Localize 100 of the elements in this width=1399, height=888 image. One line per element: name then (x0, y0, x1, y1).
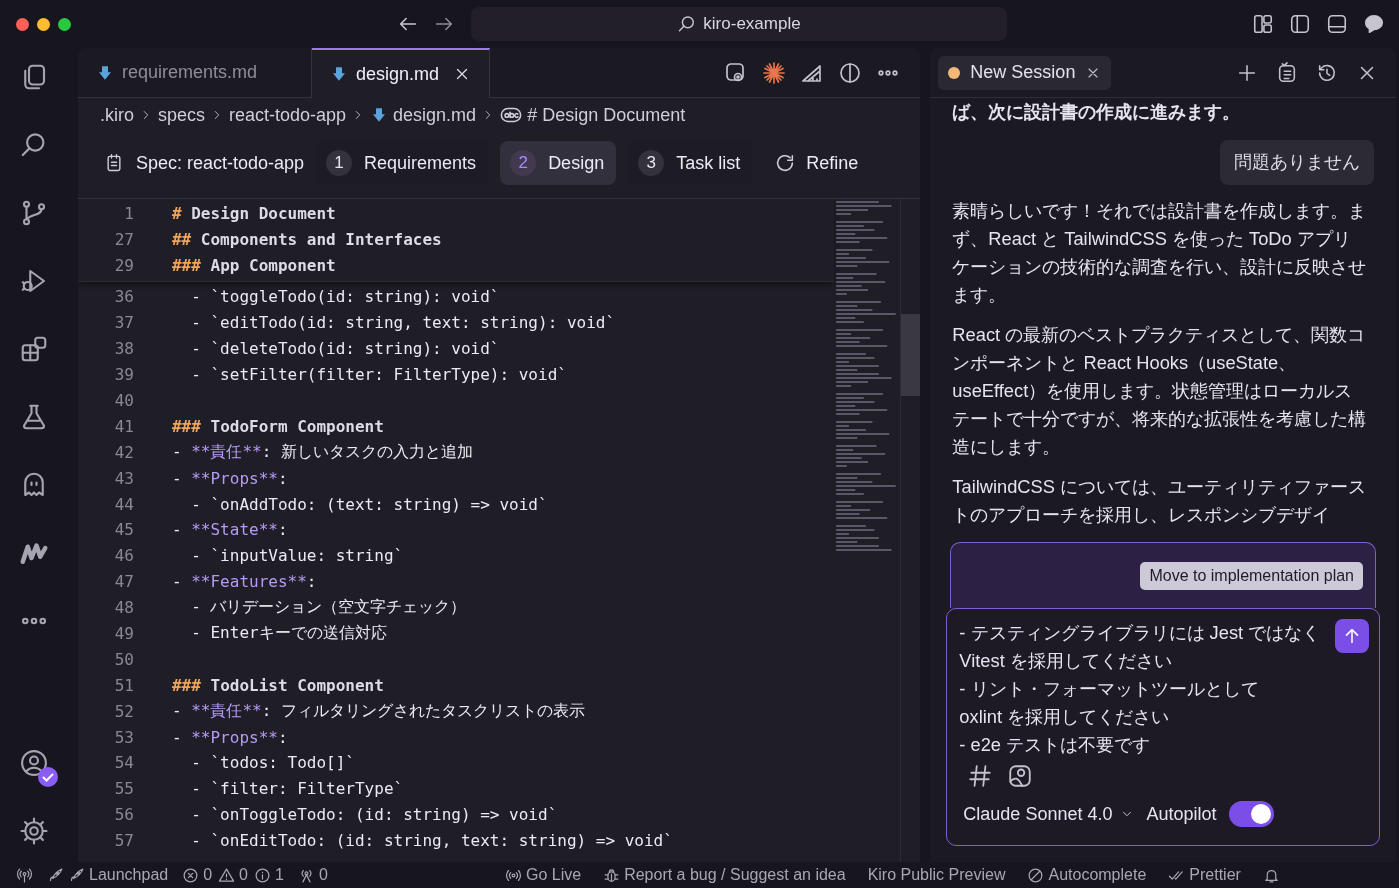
assistant-message: ば、次に設計書の作成に進みます。 (952, 100, 1242, 124)
code-line: - バリデーション（空文字チェック） (190, 597, 467, 619)
code-line: - **責任**: 新しいタスクの入力と追加 (171, 441, 473, 463)
window-control[interactable] (37, 17, 50, 31)
remote-icon[interactable] (16, 866, 33, 884)
line-number: 38 (113, 339, 134, 359)
step-tab[interactable]: 3 Task list (628, 141, 753, 185)
code-line: ### TodoList Component (171, 675, 384, 695)
status-item[interactable]: 0 (318, 866, 328, 884)
code-line: - **Props**: (171, 727, 288, 747)
line-number: 47 (113, 572, 134, 592)
assistant-message: TailwindCSS については、ユーティリティファーストのアプローチを採用し、レスポンシブデザイ (952, 475, 1367, 527)
code-line: - **責任**: フィルタリングされたタスクリストの表示 (171, 700, 585, 722)
line-number: 48 (113, 598, 134, 618)
status-item[interactable]: Report a bug / Suggest an idea (624, 866, 846, 884)
window-control[interactable] (58, 17, 71, 31)
autopilot-label: Autopilot (1146, 803, 1217, 825)
code-line: - `onEditTodo: (id: string, text: string) => void` (190, 831, 673, 851)
warning-icon (218, 866, 236, 884)
account-icon[interactable] (18, 748, 49, 778)
code-line: - **Features**: (171, 572, 317, 592)
spark-icon[interactable] (762, 60, 787, 85)
chat-icon[interactable] (1363, 13, 1385, 35)
search-field[interactable]: kiro-example (471, 7, 1007, 41)
hash-icon[interactable] (967, 763, 994, 789)
checklist-icon[interactable] (1276, 61, 1298, 84)
code-line: - `onAddTodo: (text: string) => void` (190, 494, 548, 514)
assistant-message: React の最新のベストプラクティスとして、関数コンポーネントと React Hooks（useState、useEffect）を使用します。状態管理はローカルステートで十分ですが、将来的な拡張性を考慮した構造にします。 (952, 323, 1367, 459)
status-dot-icon (948, 66, 961, 79)
code-line: - **State**: (171, 520, 288, 540)
spec-title: Spec: react-todo-app (135, 152, 305, 174)
rocket-icon (47, 866, 64, 884)
scrollbar-thumb[interactable] (901, 314, 921, 396)
image-icon[interactable] (1007, 763, 1034, 789)
user-message: 問題ありません (1220, 140, 1374, 185)
step-tab[interactable]: 1 Requirements (316, 141, 489, 185)
window-control[interactable] (16, 17, 29, 31)
autopilot-toggle[interactable] (1228, 801, 1274, 827)
split-icon[interactable] (838, 60, 863, 85)
line-number: 29 (113, 255, 134, 275)
status-item[interactable]: Launchpad (89, 866, 169, 884)
move-button[interactable]: Move to implementation plan (1140, 561, 1363, 590)
code-line: - `toggleTodo(id: string): void` (190, 287, 500, 307)
status-item[interactable]: Autocomplete (1048, 866, 1147, 884)
sidebar-icon[interactable] (1289, 13, 1311, 35)
layout-icon[interactable] (1252, 13, 1274, 35)
code-line: - `editTodo(id: string, text: string): void` (190, 313, 616, 333)
model-dropdown[interactable]: Claude Sonnet 4.0 (963, 803, 1135, 825)
refine-button[interactable]: Refine (768, 151, 865, 175)
settings-icon[interactable] (18, 816, 49, 846)
line-number: 57 (113, 831, 134, 851)
status-item[interactable]: 0 (203, 866, 213, 884)
step-number: 1 (326, 150, 353, 176)
code-line: - `inputValue: string` (190, 546, 404, 566)
editor-tab[interactable]: requirements.md (77, 48, 312, 97)
code-line: - **Props**: (171, 468, 288, 488)
panel-icon[interactable] (1326, 13, 1348, 35)
status-item[interactable]: Go Live (526, 866, 582, 884)
step-number: 2 (510, 150, 537, 176)
slash-circle-icon (1027, 866, 1045, 884)
step-number: 3 (638, 150, 665, 176)
status-item[interactable]: Prettier (1189, 866, 1241, 884)
line-number: 55 (113, 779, 134, 799)
status-item[interactable]: 0 (239, 866, 248, 884)
code-line: # Design Document (171, 203, 336, 223)
code-line: - `filter: FilterType` (190, 779, 404, 799)
breadcrumb-item[interactable]: # Design Document (527, 104, 686, 126)
breadcrumb-item[interactable]: .kiro (99, 104, 134, 126)
code-line: ## Components and Interfaces (171, 229, 442, 249)
code-line: - `setFilter(filter: FilterType): void` (190, 365, 567, 385)
line-number: 56 (113, 805, 134, 825)
assistant-message: 素晴らしいです！それでは設計書を作成します。まず、React と TailwindCSS を使った ToDo アプリケーションの技術的な調査を行い、設計に反映させます。 (952, 199, 1367, 307)
step-tab[interactable]: 2 Design (500, 141, 617, 185)
line-number: 49 (113, 624, 134, 643)
line-number: 41 (113, 416, 134, 436)
line-number: 54 (113, 753, 134, 773)
code-line: ### TodoForm Component (171, 416, 384, 436)
line-number: 45 (113, 520, 134, 540)
session-tab[interactable]: New Session (938, 55, 1112, 90)
breadcrumb-item[interactable]: design.md (393, 104, 477, 126)
code-line: - `todos: Todo[]` (190, 753, 355, 773)
code-line: - Enterキーでの送信対応 (190, 623, 387, 644)
bug-icon (603, 866, 621, 884)
line-number: 44 (113, 494, 134, 514)
error-icon (182, 866, 200, 884)
breadcrumb-item[interactable]: react-todo-app (229, 104, 347, 126)
line-number: 43 (113, 468, 134, 488)
info-icon (254, 866, 271, 884)
message-input[interactable]: - テスティングライブラリには Jest ではなく Vitest を採用してください - リント・フォーマットツールとして oxlint を採用してください - e2e テストは不要です Claude Sonnet 4.0 Autopilot (946, 608, 1380, 846)
code-line: - `deleteTodo(id: string): void` (190, 339, 500, 359)
status-item[interactable]: Kiro Public Preview (867, 866, 1006, 884)
line-number: 27 (113, 229, 134, 249)
rocket-icon (68, 866, 85, 884)
send-button[interactable] (1335, 619, 1369, 653)
editor-tab[interactable]: design.md (311, 48, 490, 98)
code-line: ### App Component (171, 255, 336, 275)
line-number: 36 (113, 287, 134, 307)
line-number: 51 (113, 675, 134, 695)
breadcrumb-item[interactable]: specs (157, 104, 205, 126)
status-item[interactable]: 1 (275, 866, 284, 884)
